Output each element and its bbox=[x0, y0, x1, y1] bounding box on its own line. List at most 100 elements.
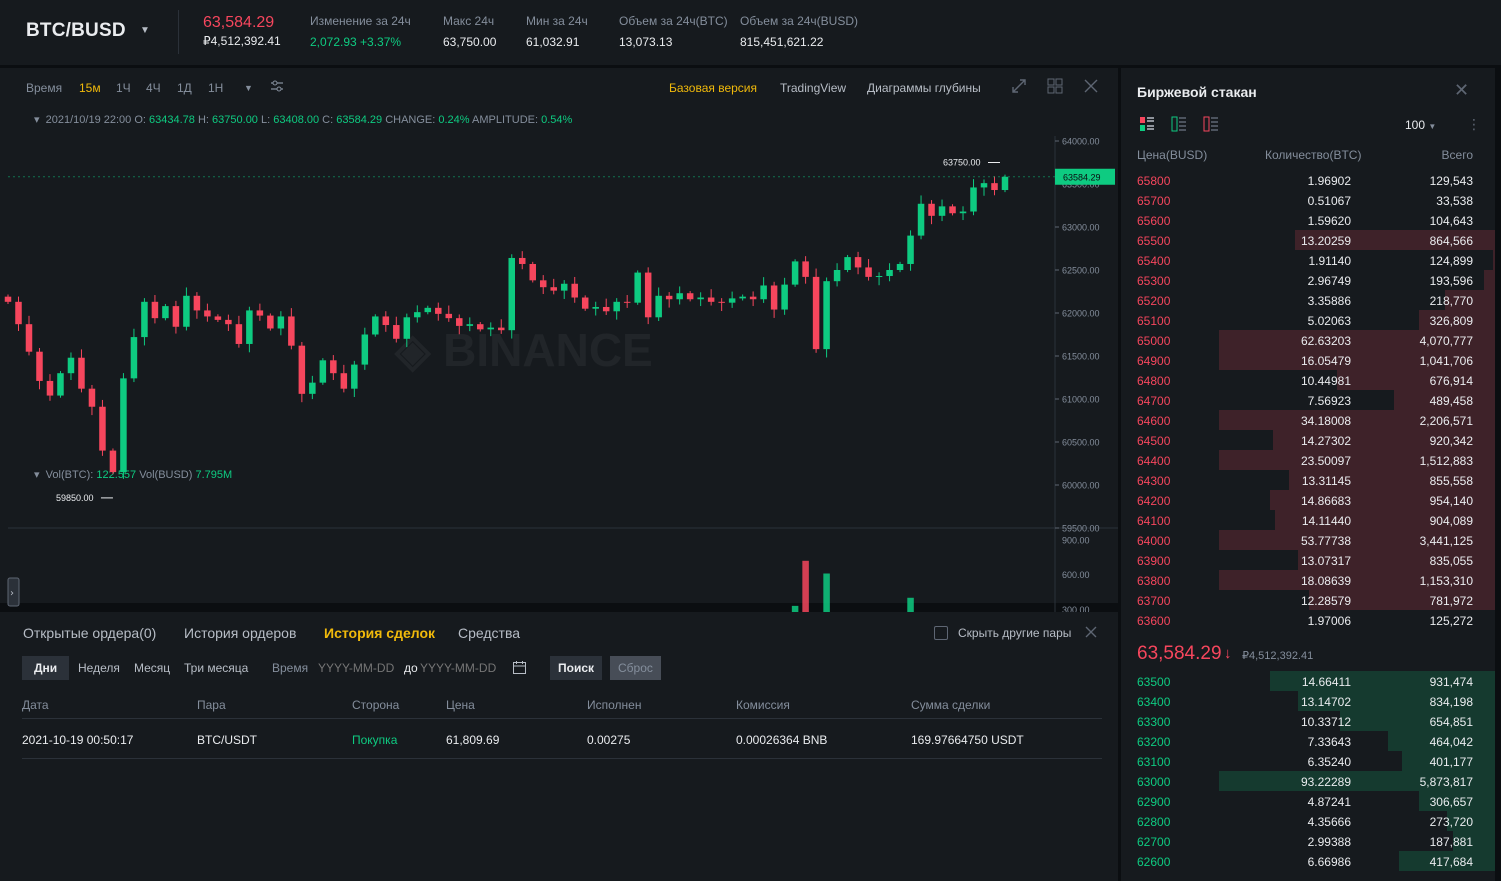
ask-row[interactable]: 64700 7.56923 489,458 bbox=[1121, 390, 1501, 410]
ask-row[interactable]: 65300 2.96749 193,596 bbox=[1121, 270, 1501, 290]
ohlc-close: 63584.29 bbox=[336, 114, 383, 126]
book-total: 781,972 bbox=[1429, 594, 1473, 608]
bid-row[interactable]: 63400 13.14702 834,198 bbox=[1121, 691, 1501, 711]
ask-row[interactable]: 65500 13.20259 864,566 bbox=[1121, 230, 1501, 250]
volume-tick-label: 900.00 bbox=[1062, 536, 1090, 546]
candle-down bbox=[4, 296, 12, 302]
tab-order-history[interactable]: История ордеров bbox=[184, 625, 296, 641]
mid-price: 63,584.29 bbox=[1137, 643, 1222, 664]
close-icon[interactable]: ✕ bbox=[1454, 80, 1469, 101]
ask-row[interactable]: 65700 0.51067 33,538 bbox=[1121, 190, 1501, 210]
candle-down bbox=[435, 307, 442, 314]
ask-row[interactable]: 63900 13.07317 835,055 bbox=[1121, 550, 1501, 570]
bid-row[interactable]: 63000 93.22289 5,873,817 bbox=[1121, 771, 1501, 791]
date-from-input[interactable] bbox=[318, 658, 402, 678]
ask-row[interactable]: 65100 5.02063 326,809 bbox=[1121, 310, 1501, 330]
bid-row[interactable]: 63100 6.35240 401,177 bbox=[1121, 751, 1501, 771]
book-view-asks-icon[interactable] bbox=[1203, 116, 1219, 135]
ask-row[interactable]: 63800 18.08639 1,153,310 bbox=[1121, 570, 1501, 590]
candlestick-chart[interactable]: 64000.0063500.0063000.0062500.0062000.00… bbox=[0, 136, 1118, 664]
pair-selector[interactable]: BTC/BUSD bbox=[26, 20, 126, 42]
ask-row[interactable]: 64900 16.05479 1,041,706 bbox=[1121, 350, 1501, 370]
col-total: Всего bbox=[1441, 148, 1473, 162]
period-week[interactable]: Неделя bbox=[78, 656, 120, 680]
ask-row[interactable]: 64800 10.44981 676,914 bbox=[1121, 370, 1501, 390]
calendar-icon[interactable] bbox=[512, 660, 527, 678]
ask-row[interactable]: 65800 1.96902 129,543 bbox=[1121, 170, 1501, 190]
bid-row[interactable]: 63200 7.33643 464,042 bbox=[1121, 731, 1501, 751]
price-tick-label: 62000.00 bbox=[1062, 309, 1100, 319]
ask-row[interactable]: 64500 14.27302 920,342 bbox=[1121, 430, 1501, 450]
col-fee: Комиссия bbox=[736, 698, 790, 712]
cell-side: Покупка bbox=[352, 733, 398, 747]
settings-sliders-icon[interactable] bbox=[270, 79, 284, 96]
candle-up bbox=[508, 257, 516, 331]
grid-layout-icon[interactable] bbox=[1047, 78, 1063, 99]
bid-row[interactable]: 62900 4.87241 306,657 bbox=[1121, 791, 1501, 811]
reset-button[interactable]: Сброс bbox=[610, 656, 661, 680]
tab-open-orders[interactable]: Открытые ордера(0) bbox=[23, 625, 156, 641]
ask-row[interactable]: 64000 53.77738 3,441,125 bbox=[1121, 530, 1501, 550]
view-depth[interactable]: Диаграммы глубины bbox=[867, 81, 981, 95]
bid-row[interactable]: 62700 2.99388 187,881 bbox=[1121, 831, 1501, 851]
search-button[interactable]: Поиск bbox=[550, 656, 603, 680]
interval-1h[interactable]: 1Ч bbox=[116, 81, 131, 95]
ask-row[interactable]: 64100 14.11440 904,089 bbox=[1121, 510, 1501, 530]
book-view-both-icon[interactable] bbox=[1139, 116, 1155, 135]
ask-row[interactable]: 65600 1.59620 104,643 bbox=[1121, 210, 1501, 230]
interval-1d[interactable]: 1Д bbox=[177, 81, 192, 95]
ask-row[interactable]: 65400 1.91140 124,899 bbox=[1121, 250, 1501, 270]
col-side: Сторона bbox=[352, 698, 400, 712]
period-month[interactable]: Месяц bbox=[134, 656, 170, 680]
tab-trade-history[interactable]: История сделок bbox=[324, 625, 435, 641]
ask-row[interactable]: 65000 62.63203 4,070,777 bbox=[1121, 330, 1501, 350]
fullscreen-icon[interactable] bbox=[1011, 78, 1027, 99]
chevron-down-icon[interactable]: ▼ bbox=[140, 25, 150, 36]
ask-row[interactable]: 64200 14.86683 954,140 bbox=[1121, 490, 1501, 510]
view-basic[interactable]: Базовая версия bbox=[669, 81, 757, 95]
view-tradingview[interactable]: TradingView bbox=[780, 81, 846, 95]
candle-up bbox=[424, 307, 432, 313]
price-tick-label: 61000.00 bbox=[1062, 395, 1100, 405]
ask-row[interactable]: 64400 23.50097 1,512,883 bbox=[1121, 450, 1501, 470]
ask-row[interactable]: 63700 12.28579 781,972 bbox=[1121, 590, 1501, 610]
candle-down bbox=[707, 297, 715, 302]
interval-15m[interactable]: 15м bbox=[79, 81, 101, 95]
candle-up bbox=[372, 316, 379, 335]
candle-up bbox=[655, 295, 662, 318]
close-icon[interactable] bbox=[1084, 625, 1098, 642]
interval-4h[interactable]: 4Ч bbox=[146, 81, 161, 95]
candle-up bbox=[613, 301, 620, 312]
bid-row[interactable]: 63500 14.66411 931,474 bbox=[1121, 671, 1501, 691]
cell-fee: 0.00026364 BNB bbox=[736, 733, 828, 747]
bid-row[interactable]: 62800 4.35666 273,720 bbox=[1121, 811, 1501, 831]
interval-1w[interactable]: 1Н bbox=[208, 81, 223, 95]
bid-row[interactable]: 62600 6.66986 417,684 bbox=[1121, 851, 1501, 871]
chevron-down-icon[interactable]: ▼ bbox=[244, 83, 253, 93]
period-days[interactable]: Дни bbox=[22, 656, 70, 680]
stat-volume-busd: Объем за 24ч(BUSD) 815,451,621.22 bbox=[740, 14, 858, 49]
hide-pairs-checkbox[interactable] bbox=[934, 626, 948, 640]
bid-row[interactable]: 63300 10.33712 654,851 bbox=[1121, 711, 1501, 731]
ask-row[interactable]: 65200 3.35886 218,770 bbox=[1121, 290, 1501, 310]
close-icon[interactable] bbox=[1083, 78, 1099, 99]
collapse-caret-icon[interactable]: ▾ bbox=[34, 114, 40, 126]
ticker-header: BTC/BUSD ▼ 63,584.29 ₽4,512,392.41 Измен… bbox=[0, 0, 1501, 66]
book-view-bids-icon[interactable] bbox=[1171, 116, 1187, 135]
period-three-months[interactable]: Три месяца bbox=[184, 656, 248, 680]
candle-up bbox=[886, 270, 893, 277]
book-price: 65100 bbox=[1137, 314, 1171, 328]
candle-down bbox=[235, 324, 243, 344]
ask-row[interactable]: 63600 1.97006 125,272 bbox=[1121, 610, 1501, 630]
date-to-input[interactable] bbox=[420, 658, 504, 678]
ask-row[interactable]: 64600 34.18008 2,206,571 bbox=[1121, 410, 1501, 430]
book-amount: 13.20259 bbox=[1300, 234, 1351, 248]
candle-up bbox=[791, 261, 799, 285]
ask-row[interactable]: 64300 13.31145 855,558 bbox=[1121, 470, 1501, 490]
page-scrollbar[interactable] bbox=[1495, 68, 1501, 881]
tab-funds[interactable]: Средства bbox=[458, 625, 520, 641]
more-options-icon[interactable]: ⋮ bbox=[1467, 116, 1481, 133]
candle-up bbox=[361, 334, 369, 365]
depth-select[interactable]: 100 ▼ bbox=[1405, 118, 1436, 132]
stat-value: 61,032.91 bbox=[526, 35, 580, 49]
